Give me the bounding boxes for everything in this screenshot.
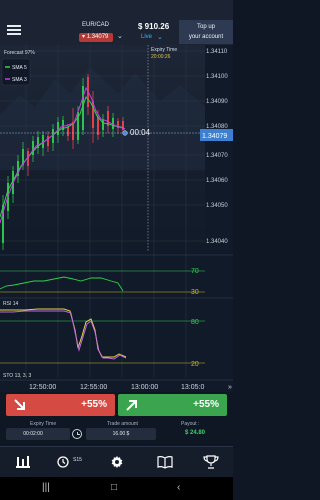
trade-amount-field[interactable]: 16.00 $ bbox=[86, 428, 156, 440]
chart-type-icon[interactable] bbox=[15, 455, 31, 469]
countdown-timer: 00:04 bbox=[130, 128, 151, 137]
time-tick: 13:05:0 bbox=[181, 384, 204, 391]
home-icon[interactable]: □ bbox=[111, 482, 117, 493]
expiry-time-label: Expiry Time bbox=[151, 47, 177, 53]
price-tick: 1.34070 bbox=[206, 153, 228, 159]
rsi-level-70-label: 70 bbox=[191, 268, 199, 275]
timeframe-icon[interactable] bbox=[55, 455, 71, 469]
topup-line2: your account bbox=[188, 34, 224, 40]
account-mode-chevron-icon[interactable]: ⌄ bbox=[157, 33, 163, 41]
sto-level-80-label: 80 bbox=[191, 319, 199, 326]
settings-gear-icon[interactable] bbox=[109, 455, 125, 469]
price-tick: 1.34110 bbox=[206, 49, 228, 55]
down-payout-percent: +55% bbox=[81, 399, 107, 410]
back-icon[interactable]: ‹ bbox=[177, 482, 180, 493]
arrow-down-right-icon bbox=[14, 399, 25, 410]
sto-label: STO 13, 3, 3 bbox=[3, 373, 31, 379]
expiry-time-value: 20:00:26 bbox=[151, 54, 171, 60]
trophy-icon[interactable] bbox=[203, 455, 219, 469]
trade-panel: +55% +55% Expiry Time 00:02:00 Trade amo… bbox=[0, 392, 233, 446]
payout-label: Payout : bbox=[181, 421, 200, 427]
time-tick: 12:50:00 bbox=[29, 384, 56, 391]
top-header: EUR/CAD ▾ 1.34079 ⌄ $ 910.26 Live ⌄ Top … bbox=[0, 0, 233, 45]
price-chart[interactable]: Forecast 97% SMA 5 SMA 3 Expiry Time 20:… bbox=[0, 45, 233, 392]
sto-level-20-label: 20 bbox=[191, 361, 199, 368]
asset-rate-value: 1.34079 bbox=[86, 34, 109, 40]
bottom-navigation: S15 bbox=[0, 446, 233, 477]
price-tick: 1.34050 bbox=[206, 203, 228, 209]
current-price-dot bbox=[122, 130, 128, 136]
up-payout-percent: +55% bbox=[193, 399, 219, 410]
price-tick: 1.34040 bbox=[206, 239, 228, 245]
arrow-up-right-icon bbox=[126, 400, 137, 411]
menu-icon[interactable] bbox=[7, 25, 21, 36]
current-price-value: 1.34079 bbox=[202, 133, 227, 140]
book-icon[interactable] bbox=[157, 455, 173, 469]
rsi-label: RSI 14 bbox=[3, 301, 19, 307]
sell-down-button[interactable]: +55% bbox=[6, 394, 115, 416]
timeframe-label[interactable]: S15 bbox=[73, 457, 82, 463]
clock-icon[interactable] bbox=[72, 429, 82, 439]
time-tick: 12:55:00 bbox=[80, 384, 107, 391]
topup-line1: Top up bbox=[196, 24, 215, 30]
forecast-label: Forecast 97% bbox=[4, 50, 35, 56]
rsi-level-30-label: 30 bbox=[191, 289, 199, 296]
asset-rate-badge[interactable]: ▾ 1.34079 bbox=[79, 33, 114, 42]
price-tick: 1.34100 bbox=[206, 74, 228, 80]
topup-button[interactable]: Top up your account bbox=[179, 20, 233, 44]
expiry-field-label: Expiry Time bbox=[30, 421, 57, 427]
trade-amount-label: Trade amount bbox=[107, 421, 138, 427]
payout-value: $ 24.80 bbox=[185, 430, 206, 436]
chevron-down-icon[interactable]: ⌄ bbox=[117, 32, 123, 40]
price-tick: 1.34090 bbox=[206, 99, 228, 105]
sma5-legend-label: SMA 5 bbox=[12, 65, 27, 71]
asset-pair-label[interactable]: EUR/CAD bbox=[82, 22, 109, 28]
expiry-time-field[interactable]: 00:02:00 bbox=[6, 428, 70, 440]
recent-apps-icon[interactable]: ||| bbox=[42, 482, 50, 493]
system-navigation: ||| □ ‹ bbox=[0, 477, 233, 500]
down-arrow-icon: ▾ bbox=[82, 34, 86, 40]
buy-up-button[interactable]: +55% bbox=[118, 394, 227, 416]
axis-chevron-icon[interactable]: » bbox=[228, 384, 232, 391]
price-tick: 1.34060 bbox=[206, 178, 228, 184]
account-balance: $ 910.26 bbox=[138, 22, 170, 31]
account-mode[interactable]: Live bbox=[141, 34, 152, 40]
sma3-legend-label: SMA 3 bbox=[12, 77, 27, 83]
time-tick: 13:00:00 bbox=[131, 384, 158, 391]
